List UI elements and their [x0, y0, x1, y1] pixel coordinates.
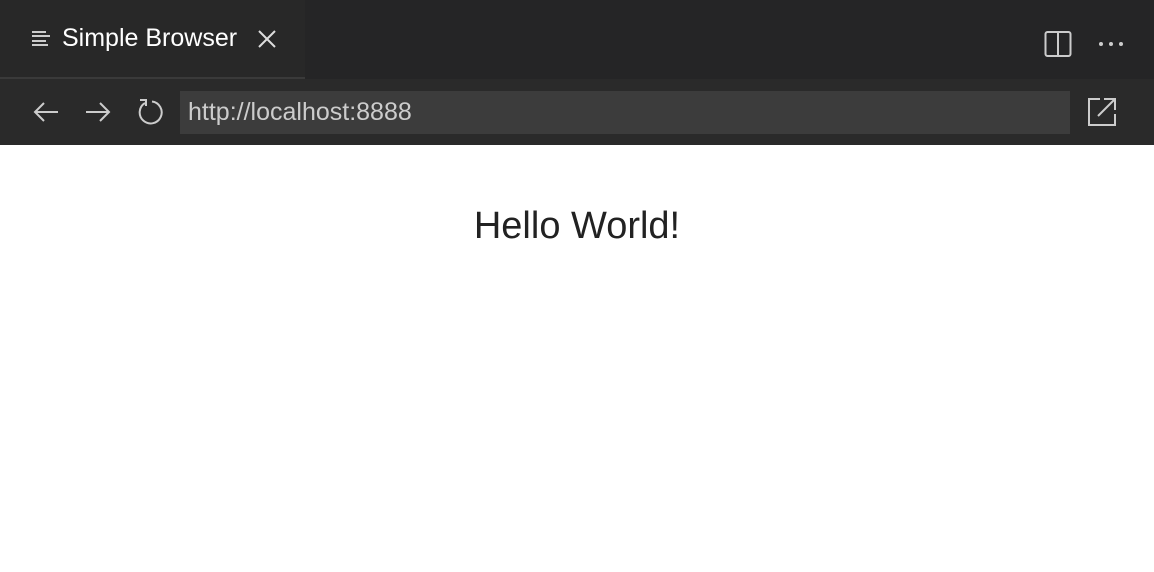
close-icon[interactable]	[255, 27, 279, 51]
forward-button[interactable]	[82, 96, 114, 128]
open-external-icon	[1088, 98, 1116, 126]
split-editor-icon[interactable]	[1044, 30, 1072, 58]
back-button[interactable]	[30, 96, 62, 128]
page-heading: Hello World!	[473, 205, 681, 247]
more-actions-icon[interactable]	[1098, 40, 1124, 48]
refresh-icon	[138, 99, 163, 125]
arrow-right-icon	[86, 102, 111, 122]
web-content: Hello World!	[0, 145, 1154, 572]
tab-bar: Simple Browser	[0, 0, 1154, 79]
url-input[interactable]	[180, 90, 1070, 134]
open-external-button[interactable]	[1086, 96, 1118, 128]
tab-simple-browser[interactable]: Simple Browser	[0, 0, 305, 79]
preview-lines-icon	[32, 30, 50, 47]
tab-title: Simple Browser	[62, 24, 238, 52]
reload-button[interactable]	[134, 96, 166, 128]
arrow-left-icon	[33, 102, 58, 122]
browser-toolbar	[0, 79, 1154, 145]
